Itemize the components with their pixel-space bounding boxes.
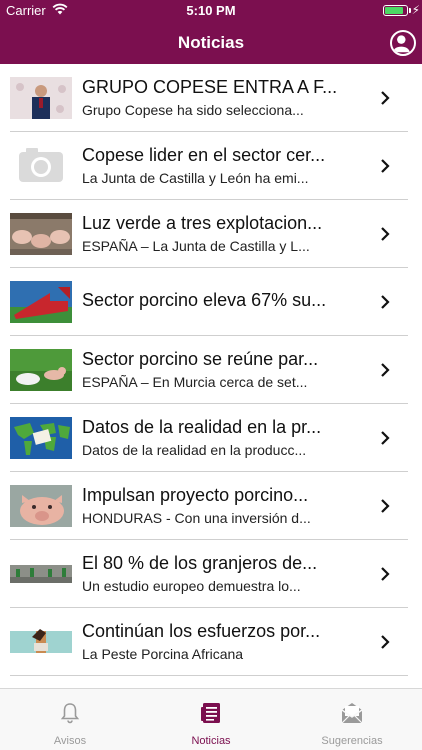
tab-label: Avisos xyxy=(53,735,87,747)
news-thumbnail xyxy=(10,417,72,459)
status-bar: Carrier 5:10 PM ⚡︎ xyxy=(0,0,422,22)
chevron-right-icon xyxy=(381,499,390,513)
news-thumbnail xyxy=(10,553,72,595)
battery-icon xyxy=(383,5,408,16)
news-list: GRUPO COPESE ENTRA A F... Grupo Copese h… xyxy=(0,64,422,688)
news-item[interactable]: Datos de la realidad en la pr... Datos d… xyxy=(0,404,422,472)
tab-label: Sugerencias xyxy=(321,735,383,747)
news-subtitle: Grupo Copese ha sido selecciona... xyxy=(82,102,304,118)
news-subtitle: Datos de la realidad en la producc... xyxy=(82,442,307,458)
profile-button[interactable] xyxy=(390,30,416,56)
mail-icon xyxy=(341,703,363,724)
chevron-right-icon xyxy=(381,635,390,649)
app: Carrier 5:10 PM ⚡︎ Noticias GRUPO COPESE… xyxy=(0,0,422,750)
news-title: Continúan los esfuerzos por... xyxy=(82,621,321,641)
news-item[interactable]: El 80 % de los granjeros de... Un estudi… xyxy=(0,540,422,608)
user-icon xyxy=(392,35,410,53)
battery-level xyxy=(385,7,403,14)
tab-noticias[interactable]: Noticias xyxy=(141,689,281,750)
chevron-right-icon xyxy=(381,91,390,105)
news-title: Sector porcino se reúne par... xyxy=(82,349,319,369)
status-time: 5:10 PM xyxy=(186,3,236,18)
news-title: Datos de la realidad en la pr... xyxy=(82,417,322,437)
news-title: Copese lider en el sector cer... xyxy=(82,145,326,165)
tab-label: Noticias xyxy=(191,735,231,747)
news-title: Sector porcino eleva 67% su... xyxy=(82,290,327,310)
news-thumbnail xyxy=(10,621,72,663)
news-item[interactable]: Impulsan proyecto porcino... HONDURAS - … xyxy=(0,472,422,540)
news-subtitle: ESPAÑA – En Murcia cerca de set... xyxy=(82,374,308,390)
news-subtitle: Un estudio europeo demuestra lo... xyxy=(82,578,301,594)
tab-bar: Avisos Noticias Sugerencias xyxy=(0,688,422,750)
news-item[interactable]: Sector porcino eleva 67% su... xyxy=(0,268,422,336)
news-icon xyxy=(201,703,220,723)
news-item[interactable]: Sector porcino se reúne par... ESPAÑA – … xyxy=(0,336,422,404)
news-thumbnail xyxy=(10,213,72,255)
news-title: GRUPO COPESE ENTRA A F... xyxy=(82,77,338,97)
news-subtitle: La Junta de Castilla y León ha emi... xyxy=(82,170,309,186)
news-title: Luz verde a tres explotacion... xyxy=(82,213,323,233)
news-thumbnail xyxy=(10,281,72,323)
news-item[interactable]: Continúan los esfuerzos por... La Peste … xyxy=(0,608,422,676)
camera-placeholder-icon xyxy=(10,145,72,187)
page-title: Noticias xyxy=(177,33,245,52)
chevron-right-icon xyxy=(381,295,390,309)
news-title: Impulsan proyecto porcino... xyxy=(82,485,309,505)
news-thumbnail xyxy=(10,349,72,391)
header: Carrier 5:10 PM ⚡︎ Noticias xyxy=(0,0,422,64)
chevron-right-icon xyxy=(381,227,390,241)
chevron-right-icon xyxy=(381,567,390,581)
news-item[interactable]: Copese lider en el sector cer... La Junt… xyxy=(0,132,422,200)
chevron-right-icon xyxy=(381,431,390,445)
news-thumbnail xyxy=(10,77,72,119)
news-subtitle: HONDURAS - Con una inversión d... xyxy=(82,510,311,526)
chevron-right-icon xyxy=(381,363,390,377)
news-subtitle: La Peste Porcina Africana xyxy=(82,646,244,662)
news-item[interactable]: GRUPO COPESE ENTRA A F... Grupo Copese h… xyxy=(0,64,422,132)
chevron-right-icon xyxy=(381,159,390,173)
news-thumbnail xyxy=(10,485,72,527)
news-subtitle: ESPAÑA – La Junta de Castilla y L... xyxy=(82,238,310,254)
news-title: El 80 % de los granjeros de... xyxy=(82,553,318,573)
tab-sugerencias[interactable]: Sugerencias xyxy=(282,689,422,750)
charging-icon: ⚡︎ xyxy=(411,3,420,17)
tab-avisos[interactable]: Avisos xyxy=(0,689,140,750)
news-item[interactable]: Luz verde a tres explotacion... ESPAÑA –… xyxy=(0,200,422,268)
bell-icon xyxy=(60,703,80,724)
